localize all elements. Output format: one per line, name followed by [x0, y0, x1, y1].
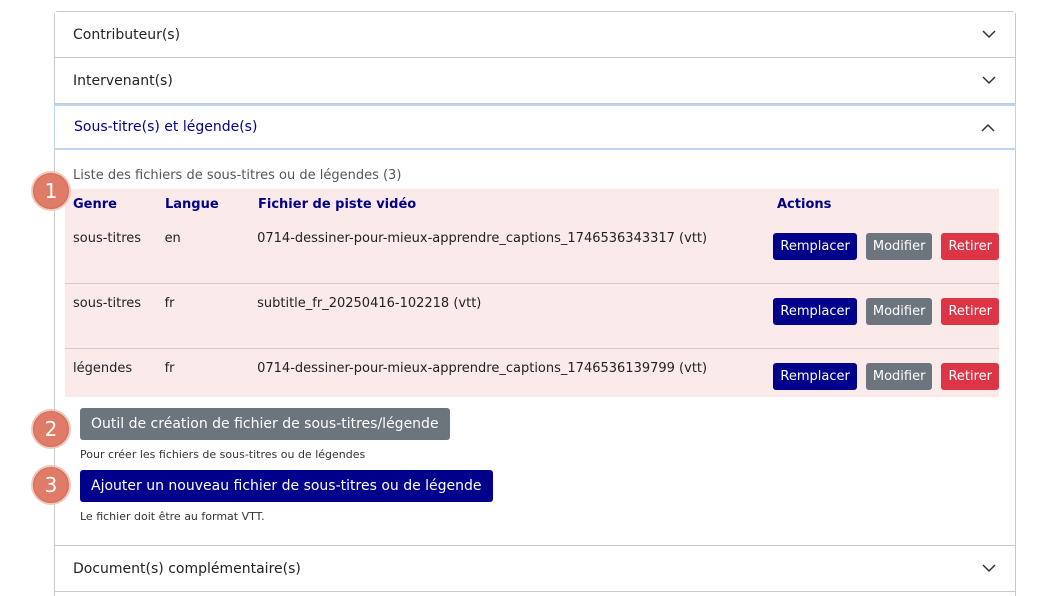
column-header-actions: Actions [777, 196, 832, 212]
row-file: 0714-dessiner-pour-mieux-apprendre_capti… [257, 231, 708, 246]
section-documents-header[interactable]: Document(s) complémentaire(s) [55, 546, 1015, 592]
add-subtitle-file-button[interactable]: Ajouter un nouveau fichier de sous-titre… [80, 470, 493, 502]
replace-button[interactable]: Remplacer [773, 298, 857, 325]
remove-button[interactable]: Retirer [941, 233, 999, 260]
add-help-text: Le fichier doit être au format VTT. [80, 510, 265, 523]
remove-button[interactable]: Retirer [941, 363, 999, 390]
step-badge-1: 1 [31, 171, 71, 211]
row-actions: Remplacer Modifier Retirer [765, 349, 999, 390]
chevron-down-icon [981, 561, 997, 577]
row-file: subtitle_fr_20250416-102218 (vtt) [257, 296, 482, 311]
column-header-file: Fichier de piste vidéo [258, 196, 417, 212]
chevron-up-icon [980, 119, 996, 135]
section-subtitles-header[interactable]: Sous-titre(s) et légende(s) [54, 104, 1016, 150]
chevron-down-icon [981, 73, 997, 89]
section-contributors-label: Contributeur(s) [73, 26, 181, 43]
row-actions: Remplacer Modifier Retirer [765, 284, 999, 325]
row-language: fr [164, 361, 175, 376]
replace-button[interactable]: Remplacer [773, 233, 857, 260]
section-contributors-header[interactable]: Contributeur(s) [55, 12, 1015, 58]
row-language: fr [164, 296, 175, 311]
step-badge-3: 3 [31, 465, 71, 505]
subtitle-creation-tool-button[interactable]: Outil de création de fichier de sous-tit… [80, 408, 450, 440]
table-header: Genre Langue Fichier de piste vidéo Acti… [65, 189, 999, 219]
column-header-genre: Genre [73, 196, 117, 212]
row-genre: sous-titres [73, 231, 142, 246]
section-speakers-label: Intervenant(s) [73, 72, 173, 89]
edit-button[interactable]: Modifier [865, 233, 933, 260]
subtitles-table: Genre Langue Fichier de piste vidéo Acti… [65, 189, 999, 397]
section-speakers-header[interactable]: Intervenant(s) [55, 58, 1015, 104]
row-file: 0714-dessiner-pour-mieux-apprendre_capti… [257, 361, 708, 376]
remove-button[interactable]: Retirer [941, 298, 999, 325]
table-row: légendes fr 0714-dessiner-pour-mieux-app… [65, 349, 999, 397]
edit-button[interactable]: Modifier [865, 363, 933, 390]
section-subtitles-label: Sous-titre(s) et légende(s) [74, 119, 258, 135]
subtitles-panel: Liste des fichiers de sous-titres ou de … [55, 150, 1015, 546]
subtitles-list-caption: Liste des fichiers de sous-titres ou de … [73, 168, 402, 183]
chevron-down-icon [981, 27, 997, 43]
row-language: en [164, 231, 181, 246]
edit-button[interactable]: Modifier [865, 298, 933, 325]
tool-help-text: Pour créer les fichiers de sous-titres o… [80, 448, 366, 461]
table-row: sous-titres en 0714-dessiner-pour-mieux-… [65, 219, 999, 284]
row-actions: Remplacer Modifier Retirer [765, 219, 999, 260]
step-badge-2: 2 [31, 409, 71, 449]
table-row: sous-titres fr subtitle_fr_20250416-1022… [65, 284, 999, 349]
column-header-language: Langue [165, 196, 219, 212]
row-genre: sous-titres [73, 296, 142, 311]
accordion: Contributeur(s) Intervenant(s) Sous-titr… [54, 11, 1016, 596]
replace-button[interactable]: Remplacer [773, 363, 857, 390]
row-genre: légendes [73, 361, 133, 376]
section-documents-label: Document(s) complémentaire(s) [73, 560, 301, 577]
